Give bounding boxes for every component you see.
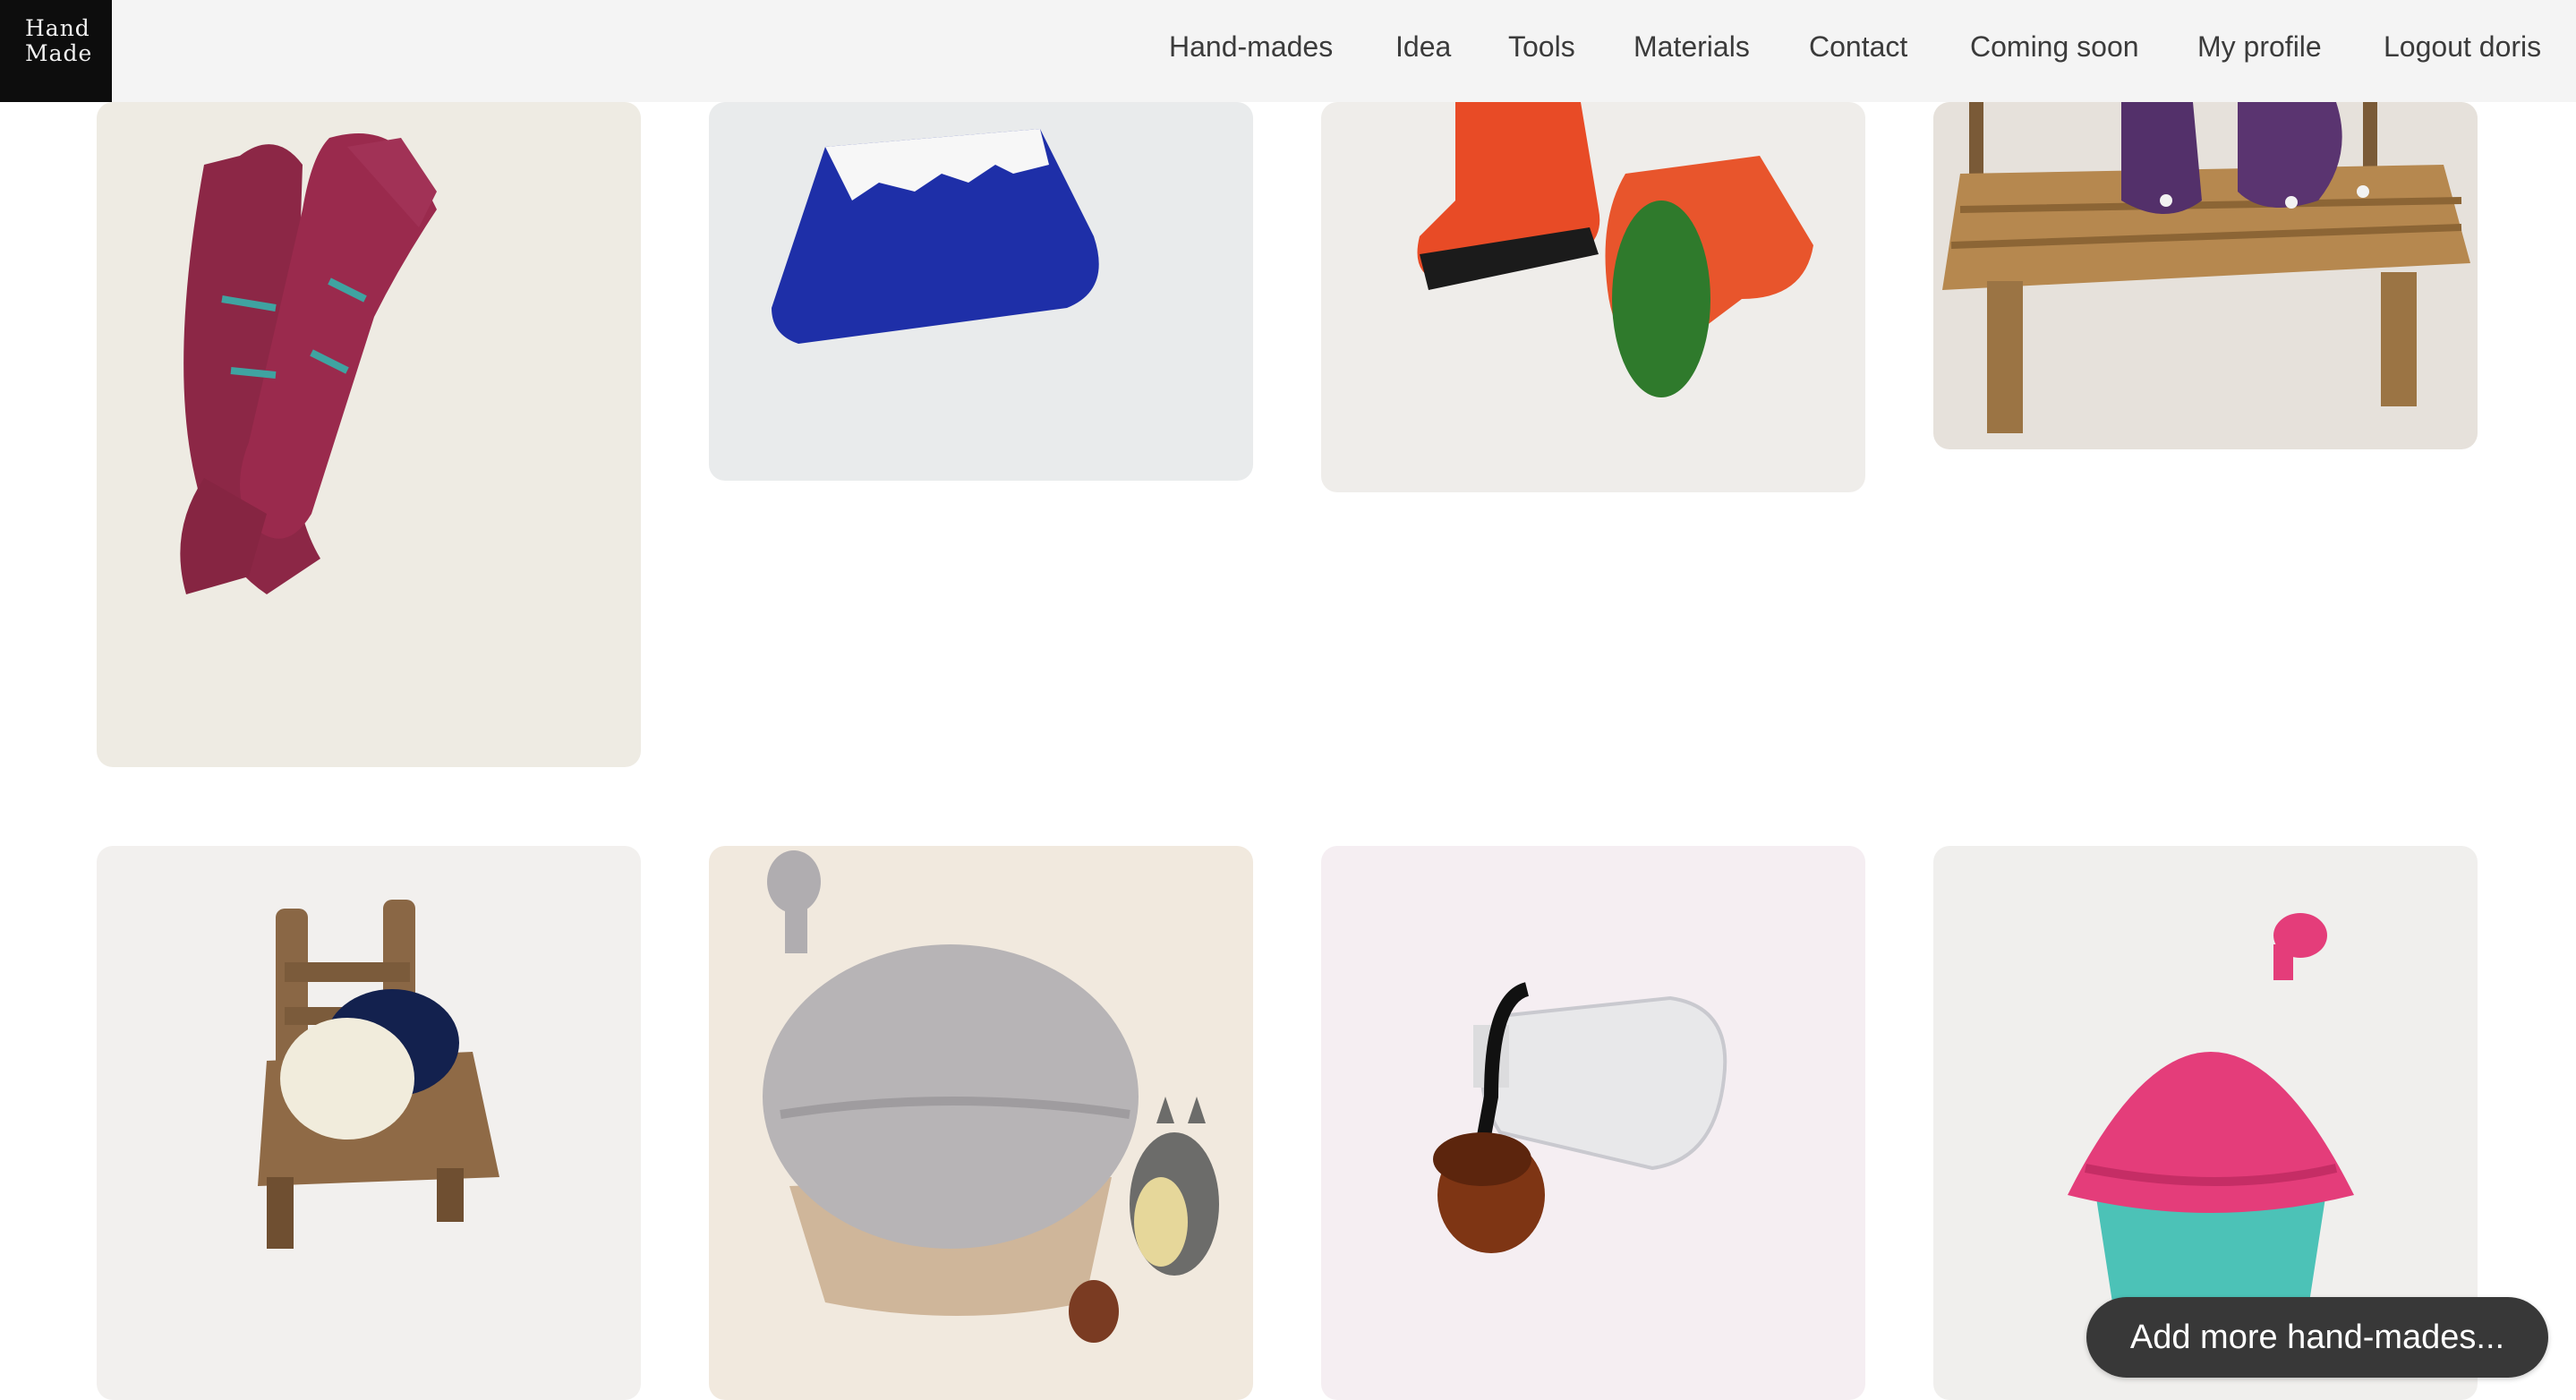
nav-link-hand-mades[interactable]: Hand-mades [1169,27,1333,66]
nav-link-my-profile[interactable]: My profile [2197,27,2322,66]
crochet-red-boots-photo[interactable] [1321,102,1865,492]
crochet-acorn-with-bottle-photo[interactable] [1321,846,1865,1400]
crochet-purple-slippers-on-bench-photo[interactable] [1933,102,2478,449]
crochet-cupcake-with-totoro-photo[interactable] [709,846,1253,1400]
brand-logo[interactable]: Hand Made [0,0,112,102]
brand-logo-line-1: Hand [25,15,90,41]
nav-link-tools[interactable]: Tools [1508,27,1575,66]
nav-link-idea[interactable]: Idea [1395,27,1451,66]
knitted-socks-photo[interactable] [97,102,641,767]
add-more-hand-mades-button[interactable]: Add more hand-mades... [2086,1297,2548,1378]
brand-logo-line-2: Made [25,40,93,66]
nav-link-logout[interactable]: Logout doris [2384,27,2541,66]
nav-link-materials[interactable]: Materials [1633,27,1750,66]
crochet-acorn-on-chair-photo[interactable] [97,846,641,1400]
top-navigation-bar: Hand Made Hand-mades Idea Tools Material… [0,0,2576,102]
crochet-fuji-pouch-photo[interactable] [709,102,1253,481]
nav-link-contact[interactable]: Contact [1809,27,1907,66]
nav-link-coming-soon[interactable]: Coming soon [1970,27,2139,66]
